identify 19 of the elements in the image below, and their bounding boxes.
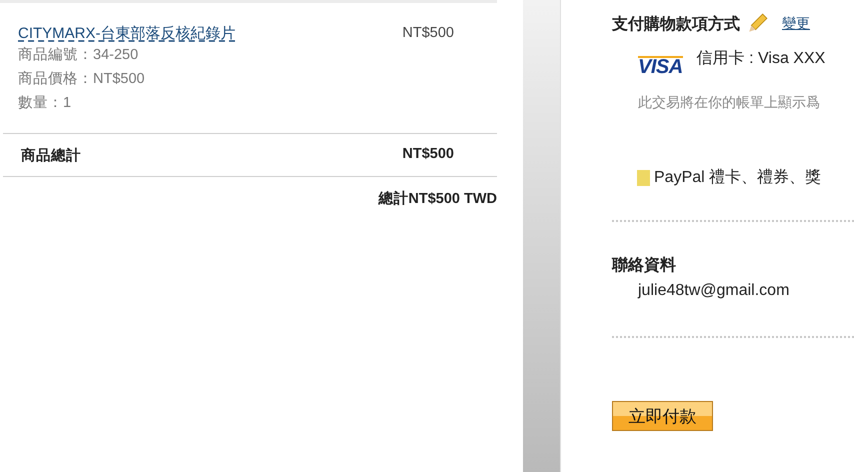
- card-info: 信用卡 : Visa XXX: [696, 48, 826, 69]
- product-link[interactable]: CITYMARX-台東部落反核紀錄片: [18, 24, 236, 43]
- item-detail: 商品價格：NT$500: [18, 70, 146, 89]
- contact-email: julie48tw@gmail.com: [638, 282, 790, 300]
- subtotal-value: NT$500: [402, 146, 454, 164]
- payment-title: 支付購物款項方式: [612, 14, 740, 34]
- gift-option: PayPal 禮卡、禮券、獎: [654, 167, 822, 188]
- contact-title: 聯絡資料: [612, 256, 677, 276]
- item-detail: 商品編號：34-250: [18, 46, 140, 65]
- order-total: 總計NT$500 TWD: [378, 191, 497, 207]
- statement-note: 此交易將在你的帳單上顯示爲: [638, 94, 821, 112]
- pencil-icon: [746, 13, 768, 35]
- subtotal-label: 商品總計: [21, 146, 81, 165]
- item-detail: 數量：1: [18, 94, 72, 113]
- pay-now-button[interactable]: 立即付款: [612, 401, 713, 431]
- item-price: NT$500: [402, 25, 454, 43]
- square-icon: [637, 170, 650, 186]
- change-link[interactable]: 變更: [782, 15, 810, 33]
- visa-logo: VISA: [638, 56, 683, 76]
